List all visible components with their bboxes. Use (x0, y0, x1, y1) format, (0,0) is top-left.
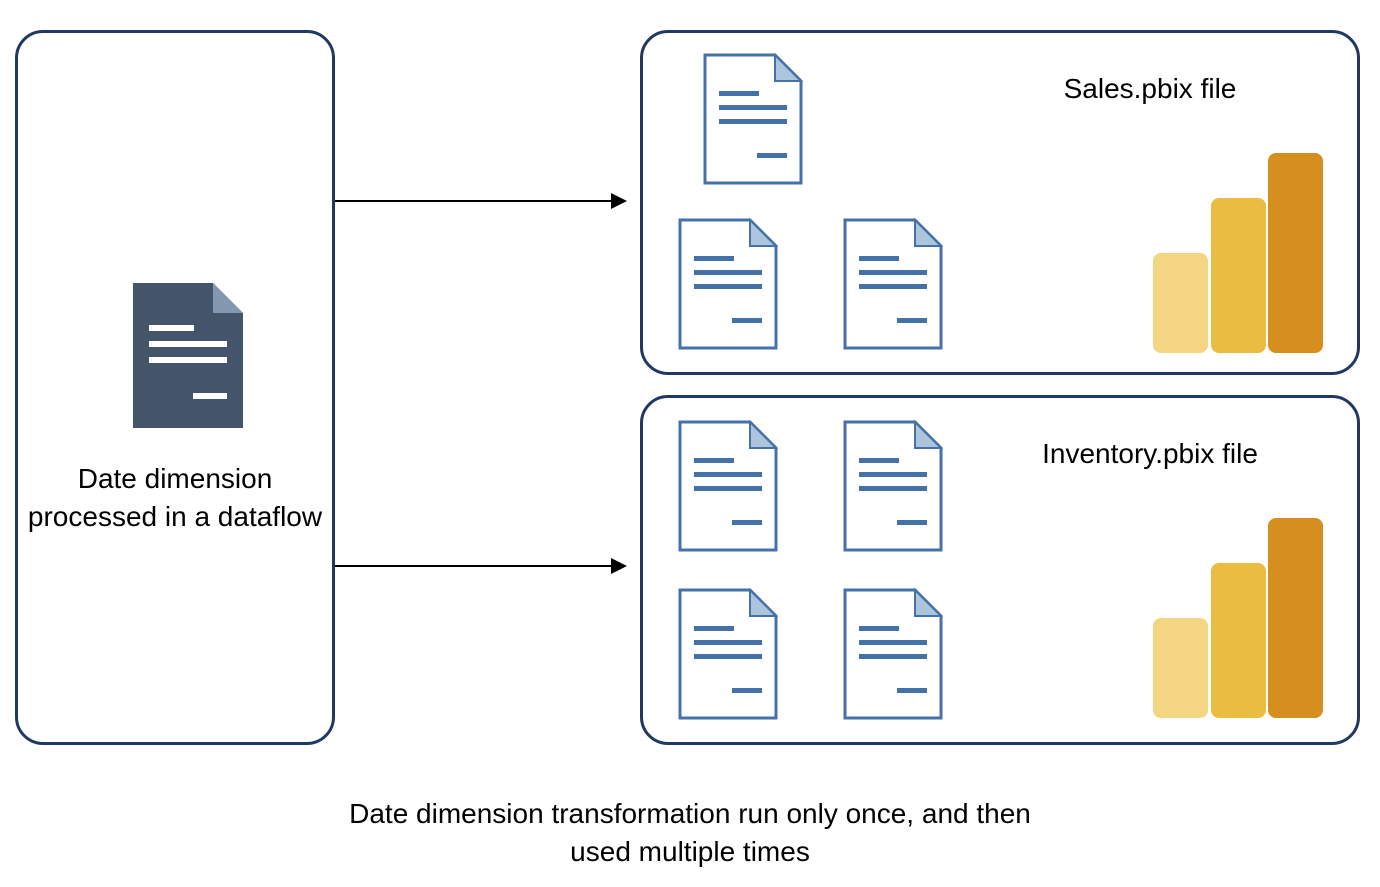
document-outline-icon (703, 53, 803, 185)
diagram-caption: Date dimension transformation run only o… (340, 795, 1040, 871)
arrow-to-inventory (335, 565, 625, 567)
document-outline-icon (843, 420, 943, 552)
document-outline-icon (678, 420, 778, 552)
sales-label: Sales.pbix file (1020, 70, 1280, 108)
document-outline-icon (678, 588, 778, 720)
dataflow-box (15, 30, 335, 745)
powerbi-icon (1153, 153, 1323, 353)
powerbi-icon (1153, 518, 1323, 718)
inventory-label: Inventory.pbix file (1000, 435, 1300, 473)
dataflow-label: Date dimension processed in a dataflow (15, 460, 335, 536)
document-outline-icon (843, 218, 943, 350)
document-solid-icon (133, 283, 243, 428)
arrow-to-sales (335, 200, 625, 202)
document-outline-icon (843, 588, 943, 720)
document-outline-icon (678, 218, 778, 350)
